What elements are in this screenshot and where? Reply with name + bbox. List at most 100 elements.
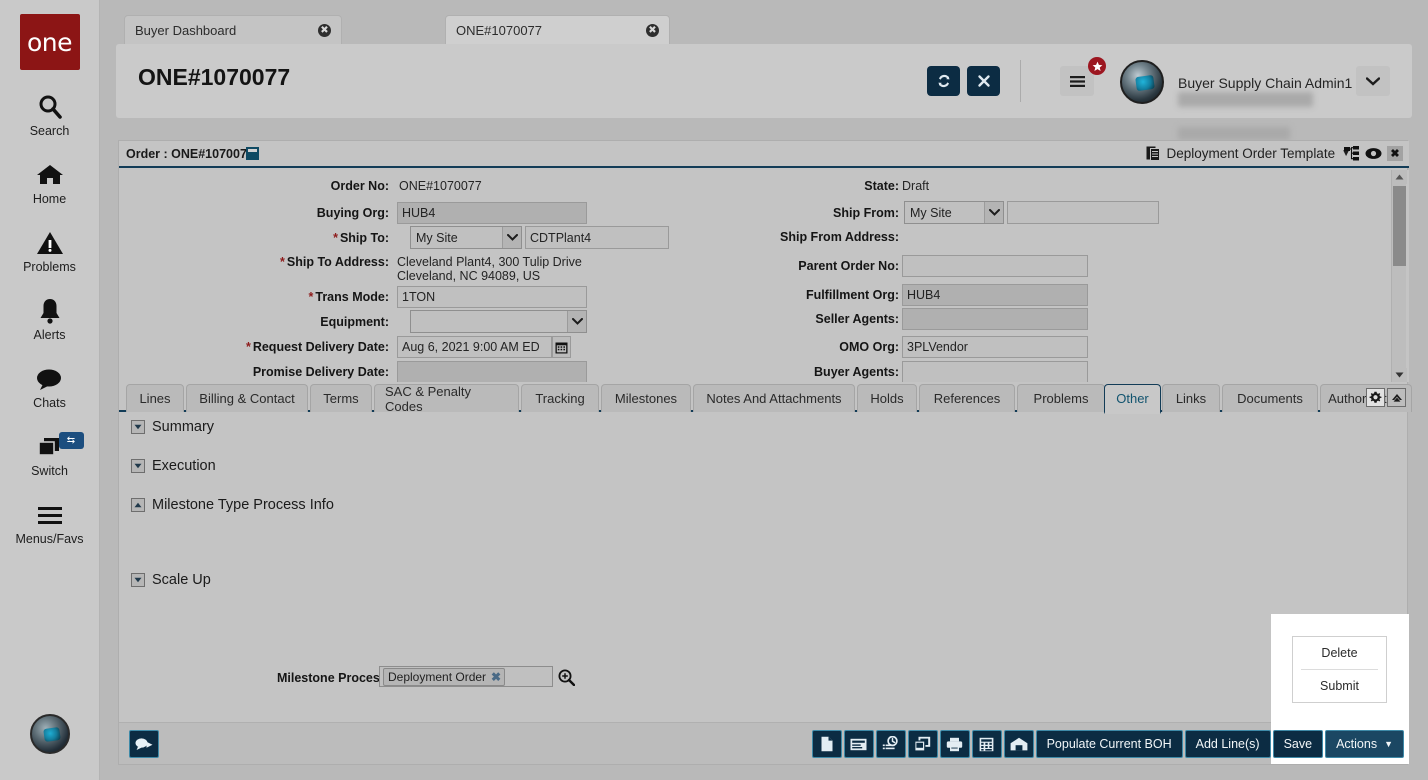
chevron-up-icon[interactable]	[131, 498, 145, 512]
close-icon[interactable]: ✖	[1387, 146, 1403, 161]
form-card-button[interactable]	[844, 730, 874, 758]
panel-bottom-toolbar: Populate Current BOH Add Line(s) Save Ac…	[119, 722, 1409, 764]
sidebar-item-menus-favs[interactable]: Menus/Favs	[0, 500, 100, 546]
avatar[interactable]	[1120, 60, 1164, 104]
section-scale-up[interactable]: Scale Up	[131, 572, 211, 588]
field-input-promise-delivery-date[interactable]	[397, 361, 587, 382]
magnifier-plus-icon[interactable]	[558, 669, 575, 686]
field-select-ship-from[interactable]: My Site	[904, 201, 1004, 224]
sitemap-icon[interactable]	[1344, 146, 1360, 161]
refresh-button[interactable]	[927, 66, 960, 96]
close-icon[interactable]: ✖	[646, 24, 659, 37]
chat-send-button[interactable]	[129, 730, 159, 758]
field-select-equipment[interactable]	[410, 310, 587, 333]
calendar-icon[interactable]	[552, 336, 571, 358]
eye-icon[interactable]	[1365, 147, 1382, 160]
tab-tracking[interactable]: Tracking	[521, 384, 599, 412]
chevron-down-icon[interactable]	[131, 420, 145, 434]
sidebar-item-problems[interactable]: Problems	[0, 228, 100, 274]
field-value-ship-from: My Site	[905, 206, 984, 220]
tab-billing-contact[interactable]: Billing & Contact	[186, 384, 308, 412]
field-input-buying-org[interactable]: HUB4	[397, 202, 587, 224]
template-selector[interactable]: Deployment Order Template ▼	[1146, 145, 1352, 161]
tab-notes-and-attachments[interactable]: Notes And Attachments	[693, 384, 855, 412]
redacted-text-bottom	[1178, 127, 1290, 140]
chevron-up-icon[interactable]	[1387, 388, 1406, 407]
tab-label: Terms	[323, 391, 358, 406]
workspace-tab-one-1070077[interactable]: ONE#1070077 ✖	[445, 15, 670, 46]
switch-badge-icon[interactable]: ⇆	[59, 432, 84, 449]
clipboard-icon	[1146, 145, 1161, 161]
brand-logo[interactable]: one	[20, 14, 80, 70]
sidebar-item-chats[interactable]: Chats	[0, 364, 100, 410]
field-input-ship-from-site[interactable]	[1007, 201, 1159, 224]
section-milestone-type-process-info[interactable]: Milestone Type Process Info	[131, 497, 334, 513]
chevron-down-icon[interactable]	[131, 573, 145, 587]
field-input-ship-to-site[interactable]: CDTPlant4	[525, 226, 669, 249]
field-label-promise-delivery-date: Promise Delivery Date:	[199, 365, 389, 379]
save-button[interactable]: Save	[1273, 730, 1324, 758]
tab-documents[interactable]: Documents	[1222, 384, 1318, 412]
field-input-buyer-agents[interactable]	[902, 361, 1088, 382]
scroll-down-icon[interactable]	[1392, 368, 1407, 382]
field-select-ship-to[interactable]: My Site	[410, 226, 522, 249]
sidebar-label-menus-favs: Menus/Favs	[15, 532, 83, 546]
sidebar-item-alerts[interactable]: Alerts	[0, 296, 100, 342]
required-marker: *	[246, 340, 251, 354]
field-value-ship-to: My Site	[411, 231, 502, 245]
sidebar-item-switch[interactable]: ⇆ Switch	[0, 432, 100, 478]
print-button[interactable]	[940, 730, 970, 758]
menu-item-delete[interactable]: Delete	[1293, 637, 1386, 669]
tab-sac-penalty-codes[interactable]: SAC & Penalty Codes	[374, 384, 519, 412]
tab-milestones[interactable]: Milestones	[601, 384, 691, 412]
scroll-up-icon[interactable]	[1392, 170, 1407, 184]
tab-other[interactable]: Other	[1104, 384, 1161, 414]
tab-lines[interactable]: Lines	[126, 384, 184, 412]
field-label-milestone-process: Milestone Process:	[277, 671, 391, 685]
field-input-milestone-process[interactable]: Deployment Order ✖	[379, 666, 553, 687]
scrollbar-thumb[interactable]	[1393, 186, 1406, 266]
add-lines-button[interactable]: Add Line(s)	[1185, 730, 1271, 758]
order-panel: Order : ONE#1070077 Deployment Order Tem…	[118, 140, 1408, 765]
field-input-fulfillment-org[interactable]: HUB4	[902, 284, 1088, 306]
tab-links[interactable]: Links	[1162, 384, 1220, 412]
field-label-parent-order-no: Parent Order No:	[719, 259, 899, 273]
tab-terms[interactable]: Terms	[310, 384, 372, 412]
actions-button[interactable]: Actions ▼	[1325, 730, 1404, 758]
sidebar-item-home[interactable]: Home	[0, 160, 100, 206]
field-value-buying-org: HUB4	[402, 206, 435, 220]
gear-icon[interactable]	[1366, 388, 1385, 407]
rail-avatar[interactable]	[30, 714, 70, 754]
field-input-parent-order-no[interactable]	[902, 255, 1088, 277]
field-input-trans-mode[interactable]: 1TON	[397, 286, 587, 308]
menu-item-submit[interactable]: Submit	[1293, 670, 1386, 702]
warehouse-button[interactable]	[1004, 730, 1034, 758]
tab-label: Notes And Attachments	[706, 391, 841, 406]
field-input-omo-org[interactable]: 3PLVendor	[902, 336, 1088, 358]
section-summary[interactable]: Summary	[131, 419, 214, 435]
tab-references[interactable]: References	[919, 384, 1015, 412]
redacted-text-top	[1178, 92, 1313, 107]
panel-tools: ✖	[1344, 146, 1403, 161]
field-input-request-delivery-date[interactable]: Aug 6, 2021 9:00 AM ED	[397, 336, 552, 358]
form-scrollbar[interactable]	[1391, 170, 1406, 382]
document-button[interactable]	[812, 730, 842, 758]
workspace-tab-buyer-dashboard[interactable]: Buyer Dashboard ✖	[124, 15, 342, 45]
user-menu-caret[interactable]	[1356, 66, 1390, 96]
workspace-tabstrip: Buyer Dashboard ✖ ONE#1070077 ✖	[100, 0, 1428, 45]
field-input-seller-agents[interactable]	[902, 308, 1088, 330]
tab-holds[interactable]: Holds	[857, 384, 917, 412]
tab-problems[interactable]: Problems	[1017, 384, 1105, 412]
history-button[interactable]	[876, 730, 906, 758]
populate-current-boh-button[interactable]: Populate Current BOH	[1036, 730, 1183, 758]
sidebar-item-search[interactable]: Search	[0, 92, 100, 138]
chevron-down-icon[interactable]	[131, 459, 145, 473]
calculator-button[interactable]	[972, 730, 1002, 758]
close-icon[interactable]: ✖	[318, 24, 331, 37]
close-page-button[interactable]	[967, 66, 1000, 96]
duplicate-button[interactable]	[908, 730, 938, 758]
archive-icon[interactable]	[246, 147, 259, 160]
chip-remove-icon[interactable]: ✖	[491, 670, 501, 684]
section-execution[interactable]: Execution	[131, 458, 216, 474]
field-label-state: State:	[719, 179, 899, 193]
